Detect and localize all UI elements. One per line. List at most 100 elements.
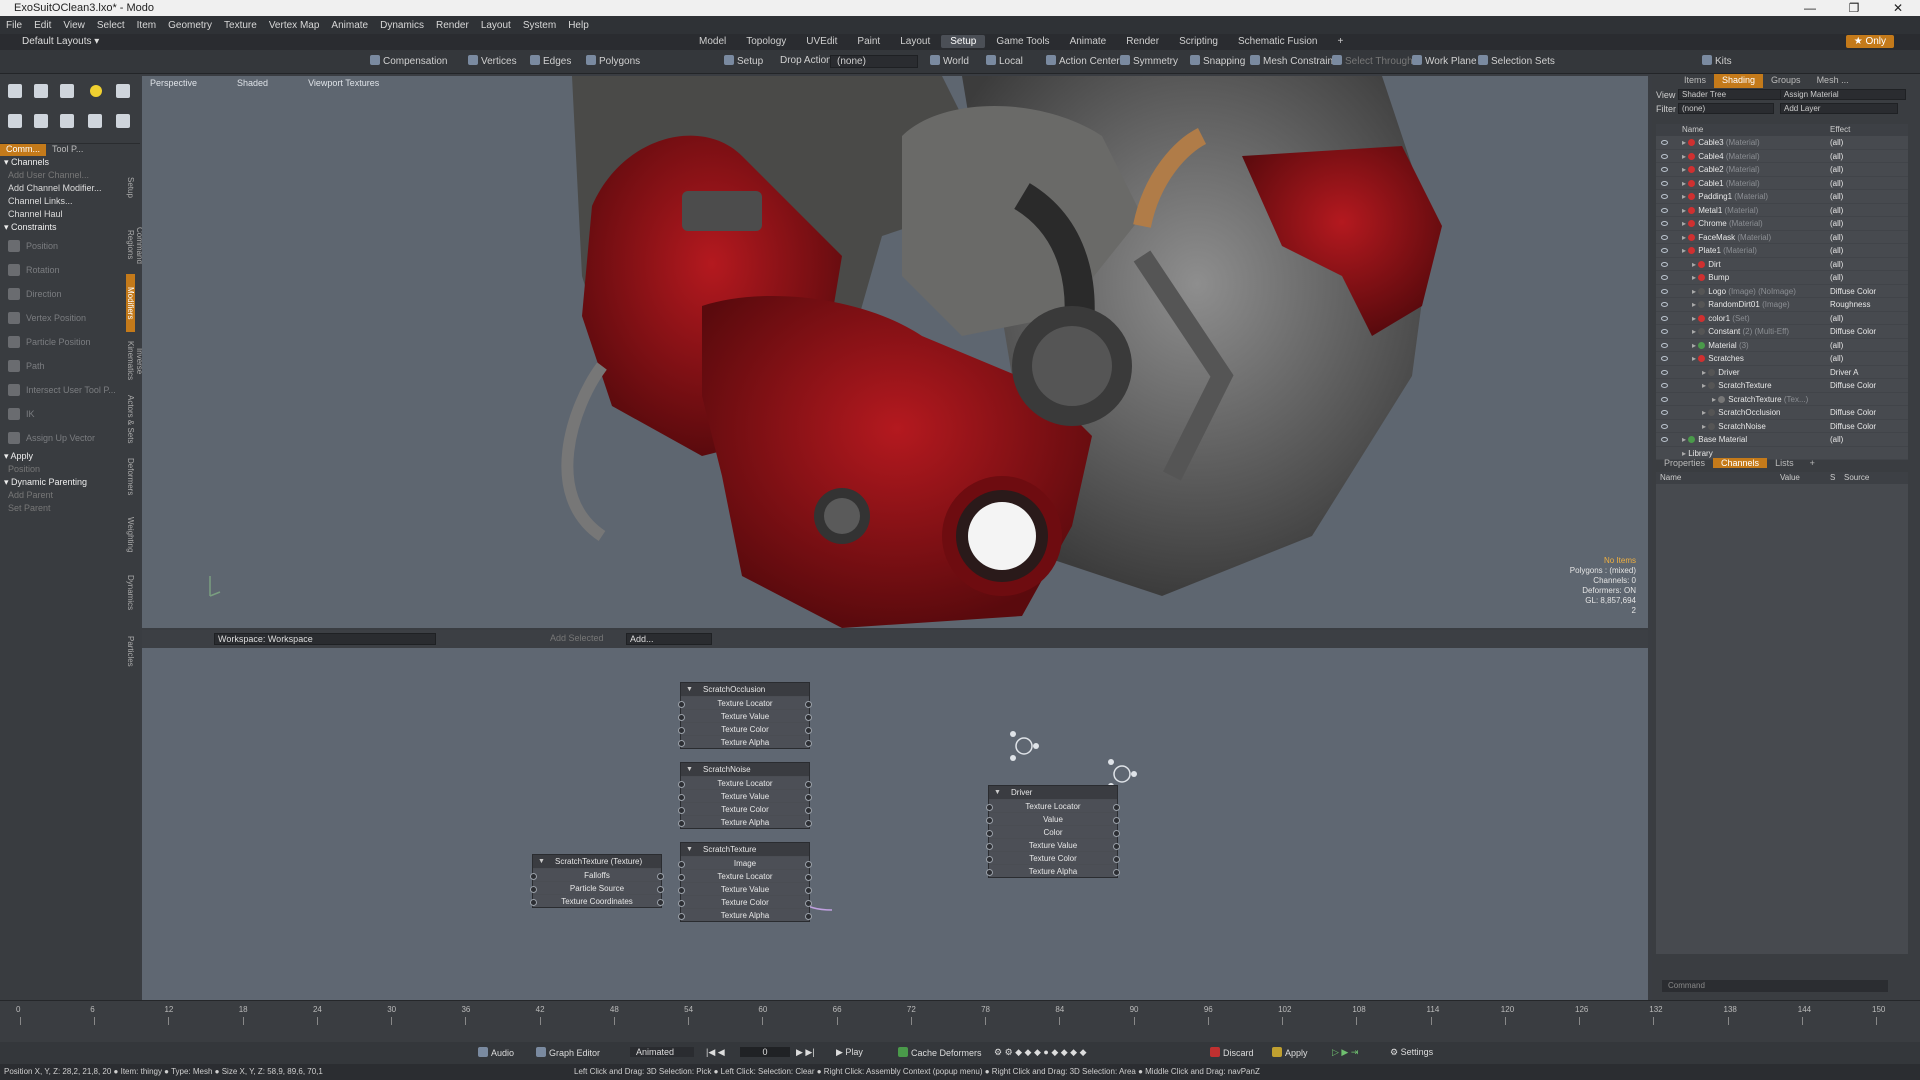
shader-item-effect[interactable]: (all) — [1830, 433, 1843, 447]
channel-item[interactable]: Add Channel Modifier... — [0, 182, 140, 195]
dynamic-parenting-header[interactable]: ▾ Dynamic Parenting — [0, 476, 140, 489]
shader-item-effect[interactable]: Diffuse Color — [1830, 406, 1876, 420]
shader-item-effect[interactable]: (all) — [1830, 177, 1843, 191]
schematic-node[interactable]: ScratchTextureImageTexture LocatorTextur… — [678, 842, 812, 922]
tab-channels[interactable]: Channels — [1713, 458, 1768, 468]
next-key-buttons[interactable]: ▶ ▶| — [796, 1047, 815, 1058]
menu-item-edit[interactable]: Edit — [34, 20, 51, 31]
cache-deformers-button[interactable]: Cache Deformers — [898, 1047, 982, 1058]
menu-item-layout[interactable]: Layout — [481, 20, 511, 31]
shader-item-effect[interactable]: (all) — [1830, 271, 1843, 285]
node-port[interactable]: Texture Color — [678, 802, 812, 815]
shader-tree-row[interactable]: ▸ Dirt (all) — [1656, 258, 1908, 272]
node-port[interactable]: Texture Color — [678, 895, 812, 908]
shader-tree-row[interactable]: ▸ Metal1 (Material) (all) — [1656, 204, 1908, 218]
constraint-item[interactable]: IK — [0, 402, 140, 426]
tab-schematic-fusion[interactable]: Schematic Fusion — [1229, 35, 1326, 48]
constraint-item[interactable]: Path — [0, 354, 140, 378]
node-port[interactable]: Texture Value — [678, 789, 812, 802]
3d-viewport[interactable]: Perspective Shaded Viewport Textures No … — [142, 76, 1648, 628]
shader-item-effect[interactable]: Diffuse Color — [1830, 420, 1876, 434]
shader-item-effect[interactable]: (all) — [1830, 352, 1843, 366]
shader-tree-row[interactable]: ▸ Cable1 (Material) (all) — [1656, 177, 1908, 191]
shader-tree-row[interactable]: ▸ Driver Driver A — [1656, 366, 1908, 379]
constraint-item[interactable]: Rotation — [0, 258, 140, 282]
visibility-eye-icon[interactable] — [1661, 234, 1668, 240]
apply-position-button[interactable]: Position — [0, 463, 140, 476]
node-port[interactable]: Texture Color — [678, 722, 812, 735]
audio-button[interactable]: Audio — [478, 1047, 514, 1058]
tool-icons[interactable] — [0, 74, 140, 144]
schematic-viewport[interactable]: Workspace: Workspace Add Selected Add...… — [142, 630, 1648, 1000]
vtab-modifiers[interactable]: Modifiers — [126, 274, 135, 332]
node-port[interactable]: Texture Locator — [986, 799, 1120, 812]
node-port[interactable]: Texture Coordinates — [530, 894, 664, 907]
node-title[interactable]: Driver — [989, 786, 1117, 799]
visibility-eye-icon[interactable] — [1661, 342, 1668, 348]
shader-tree-row[interactable]: ▸ Cable3 (Material) (all) — [1656, 136, 1908, 150]
action-center-button[interactable]: Action Center — [1046, 55, 1120, 67]
constraint-item[interactable]: Particle Position — [0, 330, 140, 354]
settings-button[interactable]: ⚙ Settings — [1390, 1047, 1433, 1058]
visibility-eye-icon[interactable] — [1661, 261, 1668, 267]
visibility-eye-icon[interactable] — [1661, 153, 1668, 159]
graph-editor-button[interactable]: Graph Editor — [536, 1047, 600, 1058]
menu-item-view[interactable]: View — [63, 20, 85, 31]
node-port[interactable]: Texture Value — [986, 838, 1120, 851]
tab-topology[interactable]: Topology — [737, 35, 795, 48]
add-parent-button[interactable]: Add Parent — [0, 489, 140, 502]
menu-item-render[interactable]: Render — [436, 20, 469, 31]
shader-item-effect[interactable]: Diffuse Color — [1830, 285, 1876, 299]
setup-button[interactable]: Setup — [724, 55, 763, 67]
node-port[interactable]: Color — [986, 825, 1120, 838]
node-port[interactable]: Texture Alpha — [678, 735, 812, 748]
shader-tree-row[interactable]: ▸ Chrome (Material) (all) — [1656, 217, 1908, 231]
node-port[interactable]: Texture Alpha — [678, 908, 812, 921]
visibility-eye-icon[interactable] — [1661, 207, 1668, 213]
drop-action-dropdown[interactable]: (none) — [830, 55, 918, 68]
record-buttons[interactable]: ▷ ▶ ⇥ — [1332, 1047, 1358, 1058]
menu-item-texture[interactable]: Texture — [224, 20, 257, 31]
shader-tree-row[interactable]: ▸ Cable2 (Material) (all) — [1656, 163, 1908, 177]
visibility-eye-icon[interactable] — [1661, 410, 1668, 415]
key-tools[interactable]: ⚙ ⚙ ◆ ◆ ◆ ● ◆ ◆ ◆ ◆ — [994, 1047, 1087, 1058]
vtab-setup[interactable]: Setup — [126, 158, 135, 216]
shader-tree-row[interactable]: ▸ Cable4 (Material) (all) — [1656, 150, 1908, 163]
menu-item-system[interactable]: System — [523, 20, 556, 31]
node-title[interactable]: ScratchTexture — [681, 843, 809, 856]
visibility-eye-icon[interactable] — [1661, 248, 1668, 253]
symmetry-button[interactable]: Symmetry — [1120, 55, 1178, 67]
visibility-eye-icon[interactable] — [1661, 383, 1668, 388]
menu-item-select[interactable]: Select — [97, 20, 125, 31]
tab-properties[interactable]: Properties — [1656, 458, 1713, 468]
shader-item-effect[interactable]: (all) — [1830, 204, 1843, 218]
shader-tree-row[interactable]: ▸ ScratchTexture (Tex...) — [1656, 393, 1908, 406]
shader-tree-row[interactable]: ▸ ScratchOcclusion Diffuse Color — [1656, 406, 1908, 420]
shader-tree-row[interactable]: ▸ Logo (Image) (NoImage) Diffuse Color — [1656, 285, 1908, 299]
shader-tree-row[interactable]: ▸ Material (3) (all) — [1656, 339, 1908, 352]
shader-tree-row[interactable]: ▸ ScratchTexture Diffuse Color — [1656, 379, 1908, 393]
node-port[interactable]: Particle Source — [530, 881, 664, 894]
animated-dropdown[interactable]: Animated — [630, 1047, 694, 1057]
vertices-button[interactable]: Vertices — [468, 55, 517, 67]
constraints-header[interactable]: ▾ Constraints — [0, 221, 140, 234]
compensation-button[interactable]: Compensation — [370, 55, 447, 67]
tab-groups[interactable]: Groups — [1763, 74, 1809, 88]
shader-item-effect[interactable]: Roughness — [1830, 298, 1870, 312]
shader-tree-row[interactable]: ▸ Constant (2) (Multi-Eff) Diffuse Color — [1656, 325, 1908, 339]
menu-item-animate[interactable]: Animate — [331, 20, 368, 31]
tab-layout[interactable]: Layout — [891, 35, 939, 48]
node-port[interactable]: Texture Color — [986, 851, 1120, 864]
shader-item-effect[interactable]: (all) — [1830, 258, 1843, 272]
shader-item-effect[interactable]: (all) — [1830, 136, 1843, 150]
schematic-node[interactable]: ScratchTexture (Texture)FalloffsParticle… — [530, 854, 664, 908]
node-port[interactable]: Texture Locator — [678, 776, 812, 789]
shader-item-effect[interactable]: (all) — [1830, 217, 1843, 231]
visibility-eye-icon[interactable] — [1661, 423, 1668, 429]
shader-item-effect[interactable]: (all) — [1830, 190, 1843, 204]
shader-tree-row[interactable]: ▸ FaceMask (Material) (all) — [1656, 231, 1908, 244]
assign-material-dropdown[interactable]: Assign Material — [1780, 89, 1906, 100]
visibility-eye-icon[interactable] — [1661, 315, 1668, 321]
node-port[interactable]: Texture Alpha — [986, 864, 1120, 877]
tab-items[interactable]: Items — [1676, 74, 1714, 88]
